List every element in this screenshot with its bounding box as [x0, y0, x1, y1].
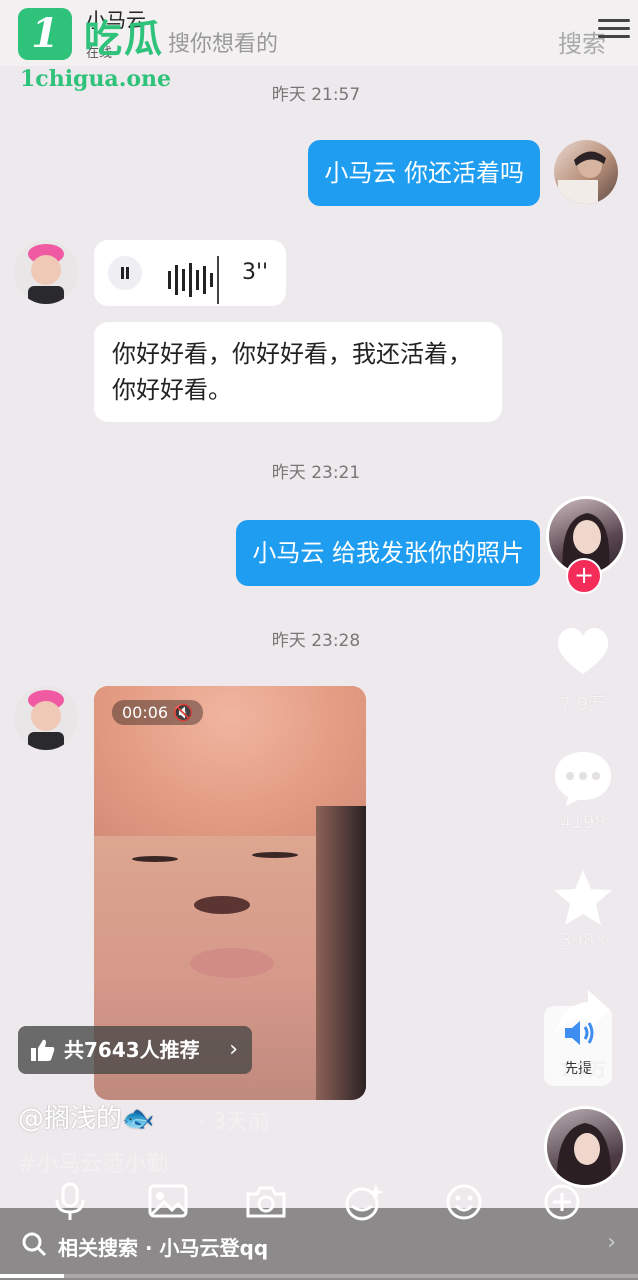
recommend-button[interactable]: 共7643人推荐 ›	[18, 1026, 252, 1074]
like-count: 7.9万	[559, 694, 607, 715]
my-message-bubble[interactable]: 小马云 你还活着吗	[308, 140, 540, 206]
share-count: 1.1万	[559, 1060, 607, 1081]
watermark-badge: 1	[18, 8, 72, 60]
video-frame-detail	[132, 856, 178, 862]
progress-fill	[0, 1274, 64, 1278]
timestamp: 昨天 23:28	[271, 631, 361, 651]
music-disc-avatar[interactable]	[544, 1106, 626, 1188]
comment-count: 4198	[560, 812, 606, 833]
author-handle[interactable]: @搁浅的🐟	[18, 1098, 154, 1135]
search-input[interactable]: 搜你想看的	[168, 26, 278, 58]
watermark-text: 吃瓜	[84, 17, 165, 61]
star-icon[interactable]	[552, 868, 614, 932]
video-frame-detail	[194, 896, 250, 914]
timestamp: 昨天 23:21	[271, 463, 361, 483]
voice-message[interactable]: 3''	[94, 240, 286, 306]
timestamp: 昨天 21:57	[271, 85, 361, 105]
camera-icon[interactable]	[244, 1182, 288, 1222]
emoji-icon[interactable]	[442, 1182, 486, 1222]
speaker-icon	[565, 1021, 594, 1045]
watermark-url: 1chigua.one	[20, 66, 172, 92]
contact-message-bubble[interactable]: 你好好看，你好好看，我还活着，你好好看。	[94, 322, 502, 422]
contact-avatar[interactable]	[14, 240, 78, 304]
related-search-link[interactable]: 相关搜索 · 小马云登qq	[58, 1232, 268, 1261]
search-icon	[20, 1230, 48, 1258]
video-time-text: 00:06	[122, 703, 169, 722]
pause-icon[interactable]	[108, 256, 142, 290]
recommend-count: 共7643人推荐	[64, 1038, 200, 1062]
menu-icon[interactable]	[598, 14, 630, 40]
video-shadow	[316, 806, 366, 1100]
chevron-right-icon: ›	[229, 1037, 238, 1062]
voice-duration: 3''	[242, 260, 269, 285]
video-frame-detail	[190, 948, 274, 978]
heart-icon[interactable]	[552, 622, 614, 682]
video-timestamp: 00:06 🔇	[112, 700, 204, 725]
waveform-icon	[168, 256, 223, 304]
post-time: · 3天前	[198, 1110, 270, 1135]
mute-icon: 🔇	[173, 703, 194, 722]
contact-avatar[interactable]	[14, 686, 78, 750]
sticker-icon[interactable]	[342, 1182, 386, 1222]
comment-icon[interactable]	[552, 748, 614, 812]
follow-button[interactable]: +	[566, 558, 602, 594]
my-message-bubble[interactable]: 小马云 给我发张你的照片	[236, 520, 540, 586]
chevron-right-icon[interactable]: ›	[607, 1230, 616, 1255]
chat-toolbar	[0, 1182, 638, 1222]
thumbs-up-icon	[31, 1039, 55, 1061]
video-frame-detail	[252, 852, 298, 858]
favorite-count: 3983	[560, 930, 606, 951]
image-icon[interactable]	[146, 1182, 190, 1222]
plus-icon[interactable]	[540, 1182, 584, 1222]
hashtag-link[interactable]: #小马云范小勤	[18, 1146, 168, 1178]
video-progress-bar[interactable]	[0, 1274, 638, 1278]
my-avatar[interactable]	[554, 140, 618, 204]
mic-icon[interactable]	[48, 1182, 92, 1222]
